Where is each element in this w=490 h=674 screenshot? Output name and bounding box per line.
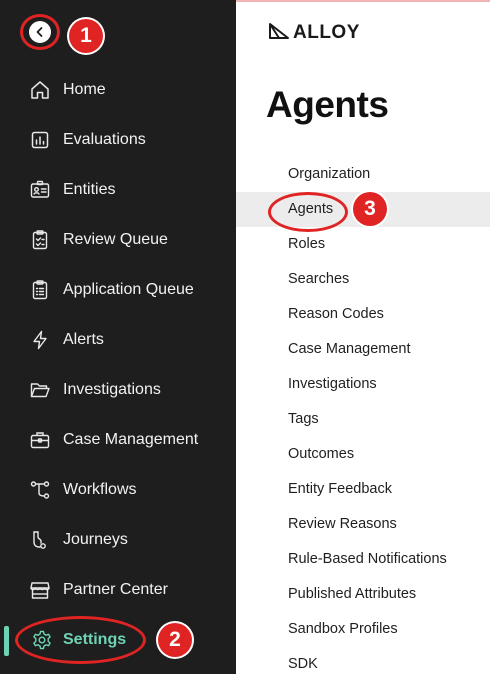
- menu-item-label: Organization: [288, 166, 371, 182]
- clipboard-check-icon: [29, 229, 51, 251]
- menu-item-label: Case Management: [288, 341, 411, 357]
- sidebar-item-workflows[interactable]: Workflows: [0, 470, 236, 510]
- sidebar-item-investigations[interactable]: Investigations: [0, 370, 236, 410]
- highlight-ring-settings: [15, 616, 146, 664]
- sidebar-item-partner-center[interactable]: Partner Center: [0, 570, 236, 610]
- menu-item-outcomes[interactable]: Outcomes: [236, 437, 490, 472]
- sidebar-item-label: Alerts: [63, 331, 104, 348]
- highlight-ring-agents: [268, 192, 348, 232]
- sidebar: 1 Home Evaluations Entities Review Queue…: [0, 0, 236, 674]
- alloy-logo-icon: [268, 22, 290, 45]
- menu-item-label: Reason Codes: [288, 306, 384, 322]
- sidebar-item-review-queue[interactable]: Review Queue: [0, 220, 236, 260]
- sidebar-item-label: Workflows: [63, 481, 137, 498]
- sidebar-item-label: Home: [63, 81, 106, 98]
- menu-item-label: Outcomes: [288, 446, 355, 462]
- menu-item-label: Published Attributes: [288, 586, 417, 602]
- sidebar-item-journeys[interactable]: Journeys: [0, 520, 236, 560]
- menu-item-label: Roles: [288, 236, 326, 252]
- menu-item-roles[interactable]: Roles: [236, 227, 490, 262]
- menu-item-rule-based-notifications[interactable]: Rule-Based Notifications: [236, 542, 490, 577]
- menu-item-label: Entity Feedback: [288, 481, 392, 497]
- back-button[interactable]: [20, 14, 60, 50]
- menu-item-label: Searches: [288, 271, 350, 287]
- top-divider: [236, 0, 490, 2]
- menu-item-sandbox-profiles[interactable]: Sandbox Profiles: [236, 612, 490, 647]
- sidebar-item-evaluations[interactable]: Evaluations: [0, 120, 236, 160]
- home-icon: [29, 79, 51, 101]
- menu-item-reason-codes[interactable]: Reason Codes: [236, 297, 490, 332]
- sidebar-item-case-management[interactable]: Case Management: [0, 420, 236, 460]
- sidebar-item-application-queue[interactable]: Application Queue: [0, 270, 236, 310]
- main-content: ALLOY Agents Organization Agents Roles S…: [236, 0, 490, 674]
- menu-item-searches[interactable]: Searches: [236, 262, 490, 297]
- sidebar-item-label: Entities: [63, 181, 116, 198]
- folder-open-icon: [29, 379, 51, 401]
- page-title: Agents: [266, 84, 389, 125]
- menu-item-entity-feedback[interactable]: Entity Feedback: [236, 472, 490, 507]
- step-badge-1: 1: [69, 19, 103, 53]
- menu-item-investigations[interactable]: Investigations: [236, 367, 490, 402]
- menu-item-label: Tags: [288, 411, 319, 427]
- sidebar-item-label: Application Queue: [63, 281, 194, 298]
- menu-item-published-attributes[interactable]: Published Attributes: [236, 577, 490, 612]
- sidebar-item-entities[interactable]: Entities: [0, 170, 236, 210]
- step-badge-2: 2: [158, 623, 192, 657]
- menu-item-organization[interactable]: Organization: [236, 157, 490, 192]
- sidebar-item-label: Case Management: [63, 431, 199, 448]
- sidebar-item-label: Partner Center: [63, 581, 168, 598]
- step-badge-3: 3: [353, 192, 387, 226]
- brand-name: ALLOY: [293, 22, 360, 43]
- menu-item-sdk[interactable]: SDK: [236, 647, 490, 674]
- brand-logo: ALLOY: [268, 22, 360, 44]
- menu-item-label: Sandbox Profiles: [288, 621, 398, 637]
- menu-item-label: Rule-Based Notifications: [288, 551, 447, 567]
- sidebar-item-label: Review Queue: [63, 231, 168, 248]
- menu-item-label: Review Reasons: [288, 516, 397, 532]
- sidebar-item-alerts[interactable]: Alerts: [0, 320, 236, 360]
- sidebar-item-label: Journeys: [63, 531, 128, 548]
- sidebar-item-label: Evaluations: [63, 131, 146, 148]
- workflow-icon: [29, 479, 51, 501]
- chart-icon: [29, 129, 51, 151]
- sidebar-item-home[interactable]: Home: [0, 70, 236, 110]
- briefcase-icon: [29, 429, 51, 451]
- clipboard-list-icon: [29, 279, 51, 301]
- menu-item-review-reasons[interactable]: Review Reasons: [236, 507, 490, 542]
- lightning-icon: [29, 329, 51, 351]
- journey-icon: [29, 529, 51, 551]
- store-icon: [29, 579, 51, 601]
- id-card-icon: [29, 179, 51, 201]
- menu-item-label: Investigations: [288, 376, 377, 392]
- chevron-left-icon: [29, 21, 51, 43]
- sidebar-item-label: Investigations: [63, 381, 161, 398]
- menu-item-case-management[interactable]: Case Management: [236, 332, 490, 367]
- menu-item-label: SDK: [288, 656, 318, 672]
- menu-item-tags[interactable]: Tags: [236, 402, 490, 437]
